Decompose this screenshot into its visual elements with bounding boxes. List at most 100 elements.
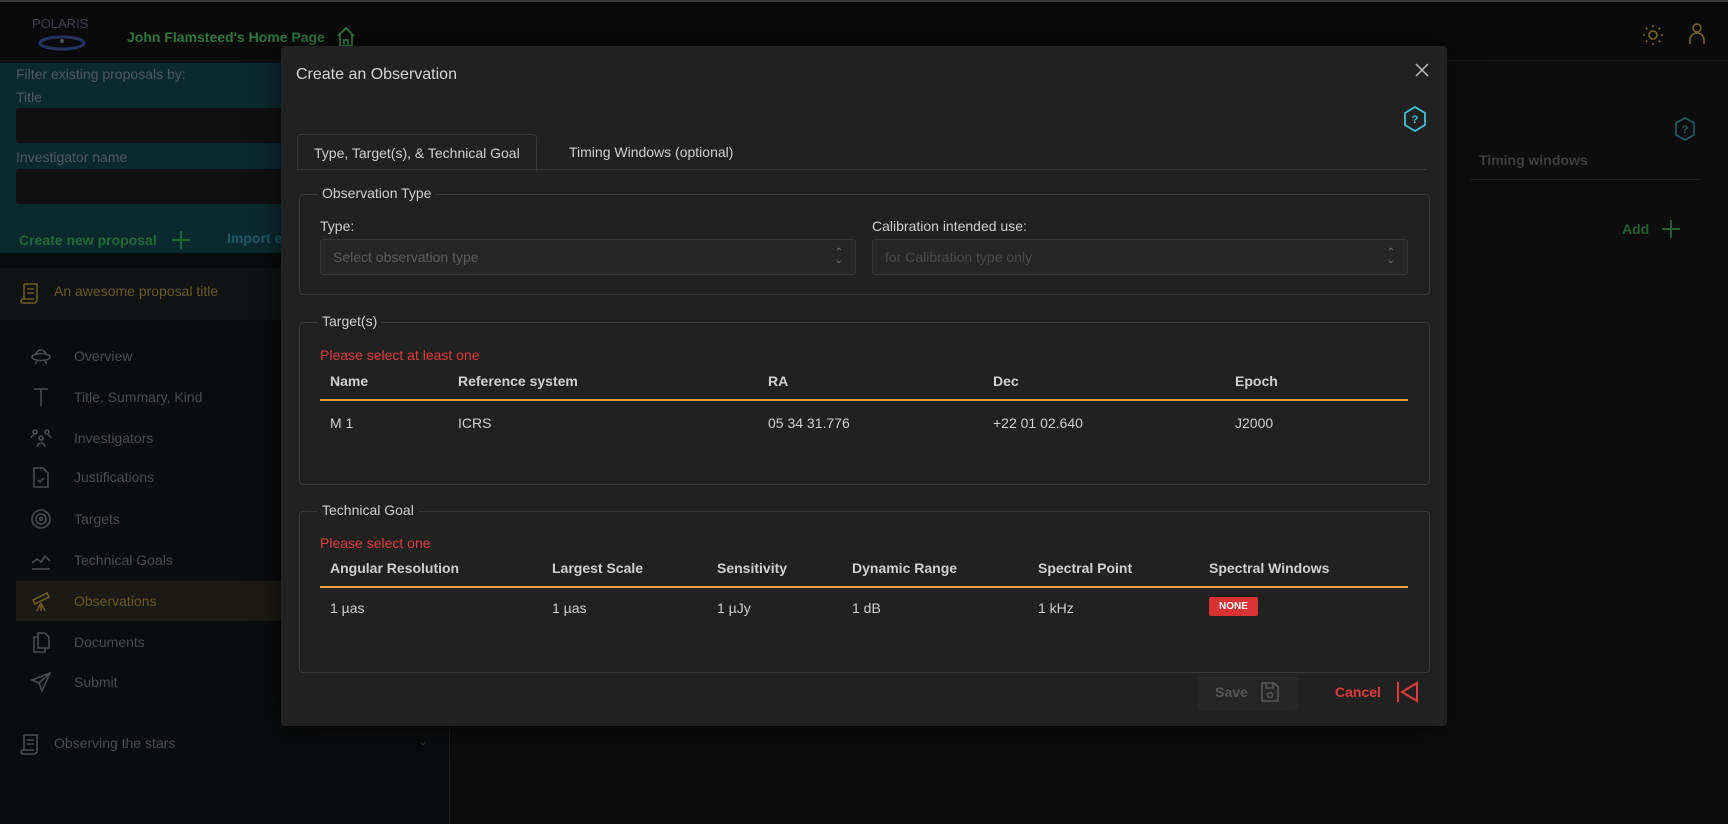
target-icon: [28, 508, 54, 530]
sidebar-item-label: Overview: [74, 348, 133, 364]
technical-goal-legend: Technical Goal: [318, 502, 418, 518]
ufo-icon: [28, 345, 54, 367]
timing-windows-header: Timing windows: [1479, 152, 1588, 168]
floppy-disk-icon: [1261, 682, 1279, 702]
column-header: RA: [768, 373, 789, 389]
technical-goal-error: Please select one: [320, 535, 431, 551]
table-cell: 1 dB: [852, 600, 881, 616]
calibration-placeholder: for Calibration type only: [885, 249, 1033, 265]
other-proposal-title: Observing the stars: [54, 735, 176, 751]
save-label: Save: [1215, 684, 1248, 700]
targets-error: Please select at least one: [320, 347, 480, 363]
table-cell: J2000: [1235, 415, 1274, 431]
svg-text:?: ?: [1412, 114, 1419, 126]
tab-timing-windows[interactable]: Timing Windows (optional): [553, 134, 749, 170]
scroll-icon: [20, 734, 38, 755]
table-cell: ICRS: [458, 415, 492, 431]
sidebar-item-label: Investigators: [74, 430, 154, 446]
table-cell: 1 µas: [552, 600, 587, 616]
updown-chevron-icon: ⌃ ⌄: [1386, 247, 1395, 266]
column-header: Dynamic Range: [852, 560, 958, 576]
send-icon: [28, 671, 54, 693]
sidebar-item-label: Title, Summary, Kind: [74, 389, 203, 405]
table-cell: 05 34 31.776: [768, 415, 850, 431]
table-row[interactable]: 1 µas 1 µas 1 µJy 1 dB 1 kHz NONE: [320, 590, 1408, 630]
scroll-icon: [20, 283, 38, 304]
column-header: Spectral Windows: [1209, 560, 1330, 576]
table-cell: +22 01 02.640: [993, 415, 1083, 431]
other-proposal-item[interactable]: Observing the stars ⌄: [0, 728, 450, 760]
column-header: Name: [330, 373, 369, 389]
import-proposal-button[interactable]: Import e: [227, 230, 282, 246]
create-new-proposal-label: Create new proposal: [19, 232, 157, 248]
sidebar-item-label: Targets: [74, 511, 120, 527]
documents-icon: [28, 631, 54, 653]
modal-title: Create an Observation: [296, 66, 457, 83]
cancel-label: Cancel: [1335, 684, 1381, 700]
column-header: Sensitivity: [717, 560, 788, 576]
chevron-down-icon: ⌄: [418, 734, 429, 748]
observation-type-legend: Observation Type: [318, 185, 436, 201]
column-header: Reference system: [458, 373, 578, 389]
plus-icon: [171, 231, 190, 249]
sidebar-item-label: Documents: [74, 634, 145, 650]
proposal-title: An awesome proposal title: [54, 283, 219, 299]
svg-text:POLARIS: POLARIS: [32, 16, 89, 31]
chart-line-icon: [28, 549, 54, 571]
sidebar-item-label: Technical Goals: [74, 552, 173, 568]
user-icon[interactable]: [1688, 22, 1706, 46]
type-label: Type:: [320, 218, 355, 234]
table-cell: 1 kHz: [1038, 600, 1074, 616]
polaris-logo[interactable]: POLARIS: [32, 16, 96, 56]
column-header: Spectral Point: [1038, 560, 1133, 576]
table-cell: M 1: [330, 415, 354, 431]
divider: [1470, 179, 1700, 180]
updown-chevron-icon: ⌃ ⌄: [834, 247, 843, 266]
type-placeholder: Select observation type: [333, 249, 479, 265]
calibration-use-label: Calibration intended use:: [872, 218, 1027, 234]
filter-heading: Filter existing proposals by:: [16, 66, 186, 82]
table-row[interactable]: M 1 ICRS 05 34 31.776 +22 01 02.640 J2000: [320, 403, 1408, 443]
column-header: Epoch: [1235, 373, 1278, 389]
table-cell: 1 µJy: [717, 600, 751, 616]
targets-fieldset: Target(s) Please select at least one Nam…: [299, 313, 1430, 485]
home-icon[interactable]: [336, 26, 356, 48]
cancel-button[interactable]: Cancel: [1335, 674, 1419, 710]
targets-legend: Target(s): [318, 313, 382, 329]
observation-type-select[interactable]: Select observation type ⌃ ⌄: [320, 239, 856, 275]
home-page-link[interactable]: John Flamsteed's Home Page: [127, 29, 325, 45]
calibration-use-select[interactable]: for Calibration type only ⌃ ⌄: [872, 239, 1408, 275]
back-arrow-icon: [1396, 681, 1418, 703]
investigator-filter-label: Investigator name: [16, 149, 128, 165]
header-divider: [320, 399, 1408, 401]
table-cell: 1 µas: [330, 600, 365, 616]
create-new-proposal-button[interactable]: Create new proposal: [19, 230, 191, 250]
add-timing-window-button[interactable]: Add: [1622, 219, 1681, 239]
close-icon[interactable]: [1414, 62, 1430, 78]
modal-tabs: Type, Target(s), & Technical Goal Timing…: [297, 134, 1427, 171]
help-icon[interactable]: ?: [1674, 117, 1696, 141]
create-observation-modal: Create an Observation ? Type, Target(s),…: [281, 46, 1447, 726]
column-header: Largest Scale: [552, 560, 644, 576]
sidebar-item-label: Justifications: [74, 469, 155, 485]
letter-t-icon: [28, 386, 54, 408]
sun-icon[interactable]: [1642, 24, 1664, 46]
status-badge: NONE: [1209, 597, 1258, 616]
plus-icon: [1662, 220, 1681, 238]
help-icon[interactable]: ?: [1403, 106, 1427, 132]
sidebar-item-label: Submit: [74, 674, 118, 690]
title-filter-label: Title: [16, 89, 42, 105]
column-header: Dec: [993, 373, 1019, 389]
add-label: Add: [1622, 221, 1650, 237]
observation-type-fieldset: Observation Type Type: Select observatio…: [299, 185, 1430, 295]
telescope-icon: [28, 590, 54, 612]
header-divider: [320, 586, 1408, 588]
save-button[interactable]: Save: [1197, 674, 1298, 710]
users-icon: [28, 427, 54, 449]
tab-type-targets-goal[interactable]: Type, Target(s), & Technical Goal: [297, 134, 537, 171]
column-header: Angular Resolution: [330, 560, 460, 576]
technical-goal-fieldset: Technical Goal Please select one Angular…: [299, 502, 1430, 673]
file-check-icon: [28, 466, 54, 488]
svg-text:?: ?: [1682, 124, 1689, 136]
sidebar-item-label: Observations: [74, 593, 157, 609]
